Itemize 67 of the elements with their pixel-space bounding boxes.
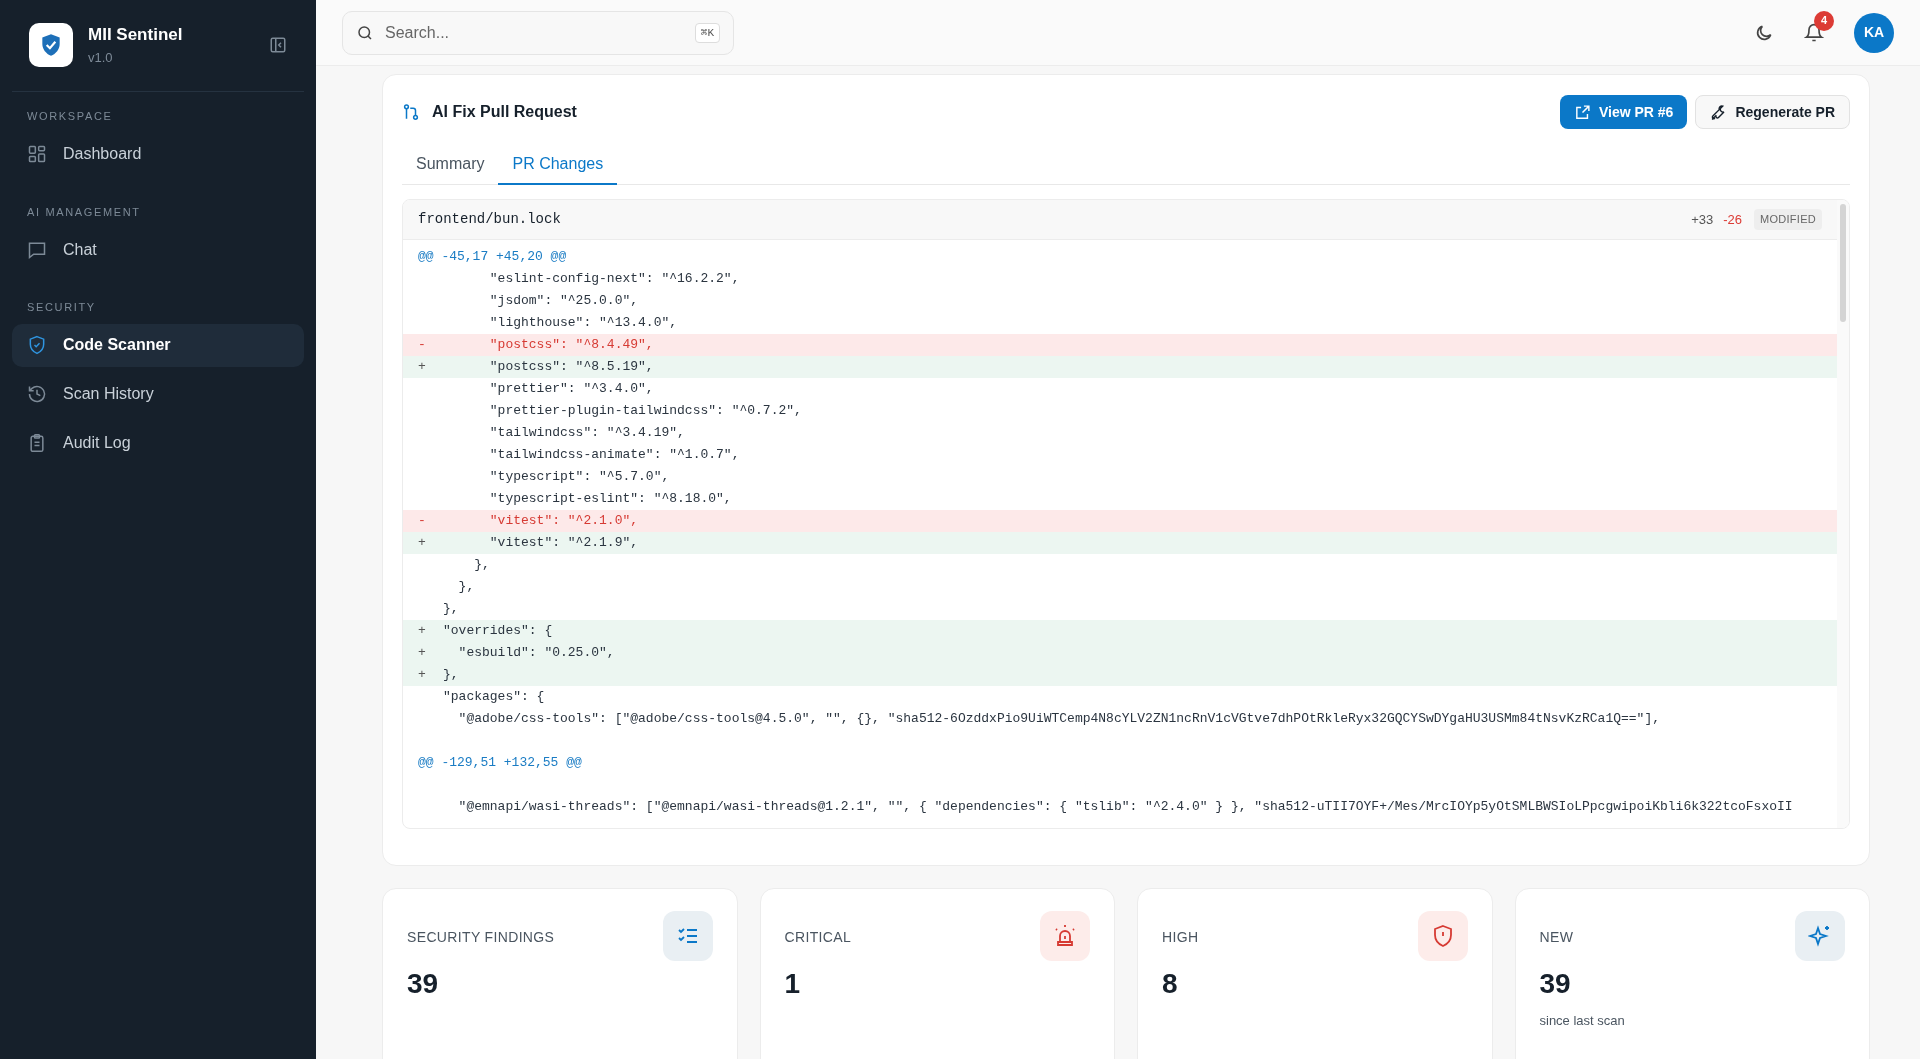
section-label: AI MANAGEMENT bbox=[26, 204, 142, 220]
dashboard-icon bbox=[27, 144, 47, 164]
code-line: "overrides": { bbox=[443, 622, 553, 641]
stat-value: 8 bbox=[1162, 967, 1179, 1001]
code-line: "@emnapi/wasi-threads": ["@emnapi/wasi-threads@1.2.1", "", { "dependencies": { "tslib": "^2.4.0" } }, "sha512-uTII7OYF+/Mes/MrcIOYp5yOtSMLBWSIoLPpcgwipoiKbli6k322tcoFsxoII bbox=[457, 798, 1793, 817]
code-line: }, bbox=[443, 666, 459, 685]
external-link-icon bbox=[1573, 103, 1591, 121]
search-icon bbox=[356, 23, 374, 42]
user-avatar[interactable]: KA bbox=[1854, 12, 1894, 53]
collapse-sidebar-icon[interactable] bbox=[269, 35, 287, 54]
code-line: "esbuild": "0.25.0", bbox=[457, 644, 615, 663]
code-line: "vitest": "^2.1.0", bbox=[488, 512, 639, 531]
code-line: }, bbox=[457, 578, 475, 597]
app-name: MII Sentinel bbox=[88, 24, 183, 46]
stat-note: since last scan bbox=[1539, 1012, 1626, 1030]
code-line: "tailwindcss-animate": "^1.0.7", bbox=[488, 446, 740, 465]
nav-item[interactable]: Audit Log bbox=[12, 421, 304, 465]
nav-item[interactable]: Scan History bbox=[12, 372, 304, 416]
code-line: "eslint-config-next": "^16.2.2", bbox=[488, 270, 740, 289]
code-line: "@adobe/css-tools": ["@adobe/css-tools@4.5.0", "", {}, "sha512-6OzddxPio9UiWTCemp4N8cYLV2ZN1ncRnV1cVGtve7dhPOtRkleRyx32GQCYSwDYgaHU3USMm84tNsvKzRCa1Q=="], bbox=[457, 710, 1660, 729]
additions-count: +33 bbox=[1691, 210, 1714, 229]
stat-label: SECURITY FINDINGS bbox=[407, 928, 555, 947]
regenerate-button[interactable]: Regenerate PR bbox=[1695, 95, 1850, 129]
stat-value: 1 bbox=[784, 967, 802, 1001]
notification-count: 4 bbox=[1814, 10, 1834, 31]
sparkles-icon bbox=[1808, 924, 1832, 948]
stat-value: 39 bbox=[407, 967, 440, 1001]
code-line: "lighthouse": "^13.4.0", bbox=[488, 314, 678, 333]
file-status-badge: MODIFIED bbox=[1754, 209, 1822, 230]
hunk-header: @@ -45,17 +45,20 @@ bbox=[418, 248, 567, 267]
code-line: "tailwindcss": "^3.4.19", bbox=[488, 424, 685, 443]
section-label: WORKSPACE bbox=[26, 109, 114, 124]
code-line: "jsdom": "^25.0.0", bbox=[488, 292, 639, 311]
notifications-icon[interactable] bbox=[1804, 22, 1824, 43]
code-line: "packages": { bbox=[443, 688, 545, 707]
nav-item[interactable]: Code Scanner bbox=[12, 323, 304, 367]
tab[interactable]: Summary bbox=[402, 145, 499, 185]
stat-label: HIGH bbox=[1162, 928, 1199, 947]
deletions-count: -26 bbox=[1723, 210, 1742, 229]
shield-check-icon bbox=[27, 335, 47, 355]
scrollbar[interactable] bbox=[1837, 200, 1849, 828]
logo-icon bbox=[29, 22, 73, 67]
code-line: "typescript": "^5.7.0", bbox=[488, 468, 670, 487]
code-line: "prettier-plugin-tailwindcss": "^0.7.2", bbox=[488, 402, 802, 421]
siren-icon bbox=[1053, 924, 1077, 948]
code-line: "postcss": "^8.5.19", bbox=[488, 358, 654, 377]
stat-value: 39 bbox=[1539, 967, 1572, 1001]
code-line: "typescript-eslint": "^8.18.0", bbox=[488, 490, 732, 509]
file-path: frontend/bun.lock bbox=[418, 210, 561, 229]
pull-request-icon bbox=[402, 103, 420, 121]
hunk-header: @@ -129,51 +132,55 @@ bbox=[418, 754, 582, 773]
code-line: "postcss": "^8.4.49", bbox=[488, 336, 654, 355]
code-line: }, bbox=[473, 556, 490, 575]
nav-item[interactable]: Chat bbox=[12, 228, 304, 271]
stat-label: NEW bbox=[1539, 928, 1574, 947]
panel-title: AI Fix Pull Request bbox=[432, 102, 577, 122]
history-icon bbox=[27, 384, 47, 404]
nav-item[interactable]: Dashboard bbox=[12, 132, 304, 176]
code-line: }, bbox=[443, 600, 459, 619]
stat-label: CRITICAL bbox=[784, 928, 852, 947]
code-line: "vitest": "^2.1.9", bbox=[488, 534, 639, 553]
code-line: "prettier": "^3.4.0", bbox=[488, 380, 654, 399]
view-pr-button[interactable]: View PR #6 bbox=[1559, 95, 1688, 129]
app-version: v1.0 bbox=[88, 48, 114, 67]
section-label: SECURITY bbox=[26, 300, 97, 315]
tab[interactable]: PR Changes bbox=[498, 145, 618, 185]
clipboard-icon bbox=[27, 433, 47, 453]
